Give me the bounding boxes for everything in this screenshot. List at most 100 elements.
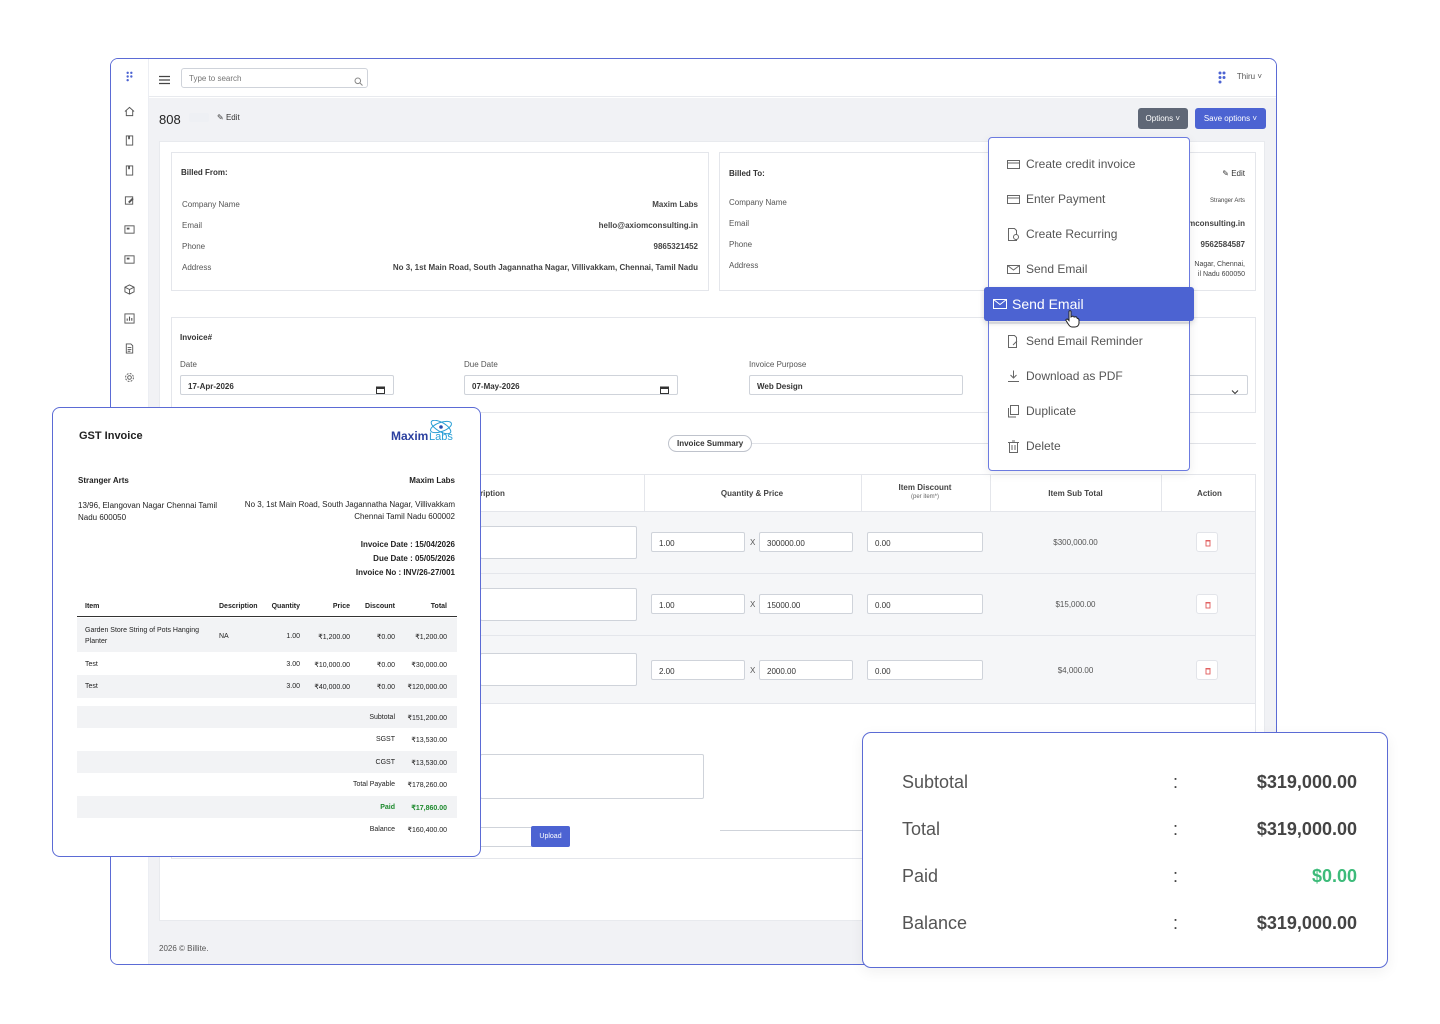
top-bar: Thiru ˅ [149, 59, 1276, 97]
price-input[interactable]: 2000.00 [759, 660, 853, 680]
menu-item-label: Create credit invoice [1026, 157, 1136, 171]
menu-item-send-email-active[interactable]: Send Email [984, 287, 1194, 321]
menu-item-send-email[interactable]: Send Email [1007, 261, 1087, 277]
save-options-button[interactable]: Save options ˅ [1194, 108, 1266, 129]
card-icon[interactable] [124, 254, 135, 265]
item-name-line1: Garden Store String of Pots Hanging [85, 627, 200, 634]
tag-icon[interactable] [124, 195, 135, 206]
trash-icon [1205, 540, 1211, 547]
menu-item-duplicate[interactable]: Duplicate [1007, 403, 1076, 419]
separator: : [1173, 913, 1179, 933]
divider [989, 322, 1189, 324]
date-input[interactable]: 17-Apr-2026 [180, 375, 394, 395]
menu-icon[interactable] [159, 72, 170, 85]
discount-input[interactable]: 0.00 [867, 660, 983, 680]
due-date-input[interactable]: 07-May-2026 [464, 375, 678, 395]
brand-icon [1218, 71, 1226, 84]
trash-icon [1008, 440, 1019, 453]
item-description: NA [219, 633, 229, 640]
col-description: ription [480, 489, 505, 498]
menu-item-create-credit-invoice[interactable]: Create credit invoice [1007, 156, 1135, 172]
menu-item-delete[interactable]: Delete [1007, 438, 1061, 454]
bill-to-address: 13/96, Elangovan Nagar Chennai Tamil Nad… [78, 501, 218, 522]
edit-billed-to-button[interactable]: ✎ Edit [1222, 169, 1245, 178]
col-description: Description [219, 603, 258, 610]
totals-summary-card: Subtotal : $319,000.00 Total : $319,000.… [862, 732, 1388, 968]
menu-item-download-pdf[interactable]: Download as PDF [1007, 368, 1123, 384]
menu-item-label: Duplicate [1026, 404, 1077, 418]
bookmark-icon[interactable] [124, 165, 135, 176]
search-icon[interactable] [354, 73, 363, 86]
item-name-line1: Test [85, 683, 98, 690]
chevron-down-icon[interactable] [1231, 382, 1239, 395]
chart-icon[interactable] [124, 313, 135, 324]
menu-item-create-recurring[interactable]: Create Recurring [1007, 226, 1117, 242]
user-menu[interactable]: Thiru ˅ [1237, 72, 1262, 81]
file-input[interactable] [480, 827, 532, 847]
item-price: ₹10,000.00 [314, 662, 350, 669]
invoice-summary-tag: Invoice Summary [668, 435, 753, 452]
pencil-icon: ✎ [1222, 169, 1229, 178]
delete-row-button[interactable] [1196, 532, 1218, 552]
brand-icon[interactable] [124, 71, 135, 82]
menu-item-label: Send Email Reminder [1026, 334, 1143, 348]
price-input[interactable]: 15000.00 [759, 594, 853, 614]
maxim-labs-logo: Maxim Labs [390, 419, 456, 444]
delete-row-button[interactable] [1196, 660, 1218, 680]
invoice-date: Invoice Date : 15/04/2026 [360, 540, 455, 549]
divider [77, 616, 457, 617]
description-input[interactable] [480, 653, 637, 686]
box-icon[interactable] [124, 284, 135, 295]
quantity-input[interactable]: 1.00 [651, 594, 745, 614]
paid-label: Paid [380, 804, 395, 811]
options-button[interactable]: Options ˅ [1137, 108, 1188, 129]
card-icon[interactable] [124, 224, 135, 235]
description-input[interactable] [480, 526, 637, 559]
bookmark-icon[interactable] [124, 135, 135, 146]
gst-invoice-preview: GST Invoice Maxim Labs Stranger Arts 13/… [52, 407, 481, 857]
delete-row-button[interactable] [1196, 594, 1218, 614]
email-value: mconsulting.in [1188, 219, 1245, 228]
separator: : [1173, 819, 1179, 839]
address-value-line1: Nagar, Chennai, [1194, 261, 1245, 268]
subtotal-value: ₹151,200.00 [407, 715, 448, 722]
notes-textarea[interactable] [480, 754, 704, 799]
home-icon[interactable] [124, 106, 135, 117]
invoice-purpose-input[interactable]: Web Design [749, 375, 963, 395]
edit-invoice-button[interactable]: ✎ Edit [217, 113, 240, 122]
email-label: Email [729, 219, 750, 228]
company-name-label: Company Name [182, 200, 240, 209]
times-label: X [750, 538, 756, 547]
due-date: Due Date : 05/05/2026 [373, 554, 455, 563]
item-subtotal: $4,000.00 [1057, 666, 1094, 675]
phone-label: Phone [182, 242, 206, 251]
cgst-value: ₹13,530.00 [411, 760, 447, 767]
quantity-input[interactable]: 2.00 [651, 660, 745, 680]
paid-value: $0.00 [1311, 866, 1357, 886]
item-subtotal: $15,000.00 [1055, 600, 1096, 609]
menu-item-enter-payment[interactable]: Enter Payment [1007, 191, 1105, 207]
svg-text:Maxim: Maxim [391, 429, 428, 443]
col-item-subtotal: Item Sub Total [1048, 489, 1103, 498]
col-total: Total [430, 603, 447, 610]
item-discount: ₹0.00 [376, 684, 395, 691]
item-name-line1: Test [85, 661, 98, 668]
calendar-icon[interactable] [660, 381, 669, 394]
total-value: $319,000.00 [1256, 819, 1357, 839]
calendar-icon[interactable] [376, 381, 385, 394]
separator: : [1173, 866, 1179, 886]
status-badge [189, 113, 209, 122]
description-input[interactable] [480, 588, 637, 621]
due-date-label: Due Date [464, 360, 498, 369]
item-total: ₹120,000.00 [407, 684, 448, 691]
menu-item-send-email-reminder[interactable]: Send Email Reminder [1007, 333, 1143, 349]
bill-from-address-line2: Chennai Tamil Nadu 600002 [354, 512, 455, 521]
upload-button[interactable]: Upload [531, 826, 570, 847]
gear-icon[interactable] [124, 372, 135, 383]
discount-input[interactable]: 0.00 [867, 594, 983, 614]
discount-input[interactable]: 0.00 [867, 532, 983, 552]
price-input[interactable]: 300000.00 [759, 532, 853, 552]
document-icon[interactable] [124, 343, 135, 354]
search-input[interactable] [181, 68, 368, 88]
quantity-input[interactable]: 1.00 [651, 532, 745, 552]
